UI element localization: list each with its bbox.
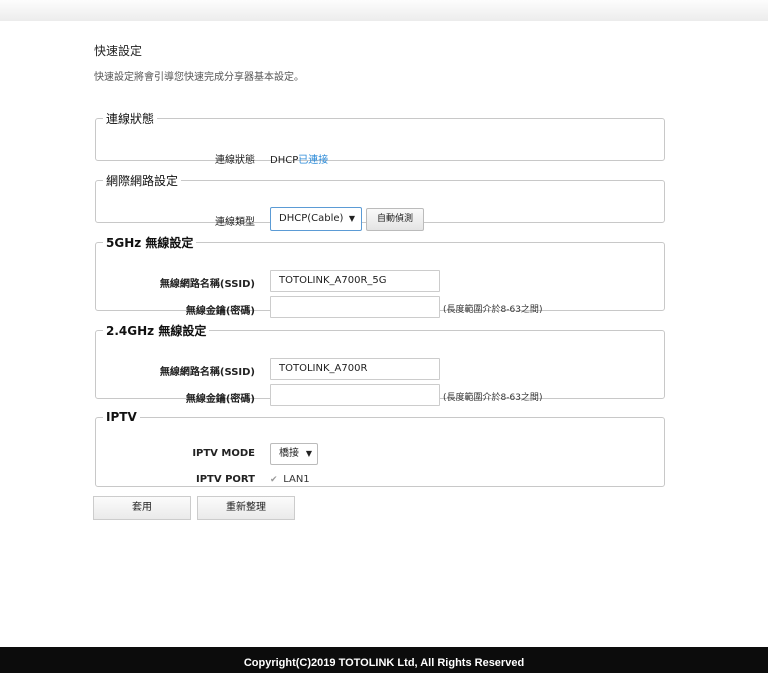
wifi-24g-legend: 2.4GHz 無線設定 bbox=[106, 324, 207, 338]
wifi-24g-key-label: 無線金鑰(密碼) bbox=[185, 394, 255, 405]
wifi-24g-section: 2.4GHz 無線設定 無線網路名稱(SSID) TOTOLINK_A700R … bbox=[95, 322, 665, 406]
auto-detect-button[interactable]: 自動偵測 bbox=[366, 208, 424, 231]
dropdown-arrow-icon: ▼ bbox=[348, 214, 355, 223]
wifi-24g-ssid-label: 無線網路名稱(SSID) bbox=[159, 367, 255, 378]
connection-type-select[interactable]: DHCP(Cable) ▼ bbox=[270, 207, 362, 231]
wifi-5g-ssid-label: 無線網路名稱(SSID) bbox=[159, 279, 255, 290]
iptv-section: IPTV IPTV MODE 橋接 ▼ IPTV PORT ✔ LAN1 bbox=[95, 410, 665, 487]
iptv-mode-value: 橋接 bbox=[279, 448, 299, 459]
apply-button[interactable]: 套用 bbox=[93, 496, 191, 520]
wifi-5g-key-label: 無線金鑰(密碼) bbox=[185, 306, 255, 317]
wifi-5g-key-input[interactable] bbox=[270, 296, 440, 318]
internet-settings-legend: 網際網路設定 bbox=[106, 174, 179, 188]
iptv-port-lan1-label: LAN1 bbox=[283, 474, 310, 485]
iptv-port-label: IPTV PORT bbox=[196, 474, 255, 485]
connection-status-link[interactable]: 已連接 bbox=[298, 155, 328, 166]
iptv-mode-label: IPTV MODE bbox=[192, 448, 255, 459]
wifi-24g-key-input[interactable] bbox=[270, 384, 440, 406]
connection-status-label: 連線狀態 bbox=[215, 155, 255, 166]
footer-copyright: Copyright(C)2019 TOTOLINK Ltd, All Right… bbox=[0, 647, 768, 673]
wifi-5g-section: 5GHz 無線設定 無線網路名稱(SSID) TOTOLINK_A700R_5G… bbox=[95, 234, 665, 318]
internet-settings-section: 網際網路設定 連線類型 DHCP(Cable) ▼ 自動偵測 bbox=[95, 172, 665, 231]
wifi-24g-key-hint: (長度範圍介於8-63之間) bbox=[443, 393, 543, 403]
top-bar bbox=[0, 0, 768, 21]
wifi-5g-ssid-input[interactable]: TOTOLINK_A700R_5G bbox=[270, 270, 440, 292]
page-title: 快速設定 bbox=[94, 44, 143, 58]
iptv-port-lan1[interactable]: ✔ LAN1 bbox=[270, 474, 310, 485]
refresh-button[interactable]: 重新整理 bbox=[197, 496, 295, 520]
dropdown-arrow-icon: ▼ bbox=[305, 449, 312, 458]
connection-status-value: DHCP已連接 bbox=[270, 151, 328, 166]
checkmark-icon[interactable]: ✔ bbox=[270, 475, 280, 485]
wifi-24g-ssid-input[interactable]: TOTOLINK_A700R bbox=[270, 358, 440, 380]
connection-type-text: DHCP bbox=[270, 155, 299, 166]
wifi-5g-key-hint: (長度範圍介於8-63之間) bbox=[443, 305, 543, 315]
connection-status-section: 連線狀態 連線狀態 DHCP已連接 bbox=[95, 110, 665, 166]
wifi-5g-legend: 5GHz 無線設定 bbox=[106, 236, 194, 250]
connection-status-legend: 連線狀態 bbox=[106, 112, 155, 126]
iptv-legend: IPTV bbox=[106, 410, 137, 424]
connection-type-value: DHCP(Cable) bbox=[279, 213, 344, 224]
iptv-mode-select[interactable]: 橋接 ▼ bbox=[270, 443, 318, 465]
page-description: 快速設定將會引導您快速完成分享器基本設定。 bbox=[94, 72, 304, 83]
connection-type-label: 連線類型 bbox=[215, 217, 255, 228]
